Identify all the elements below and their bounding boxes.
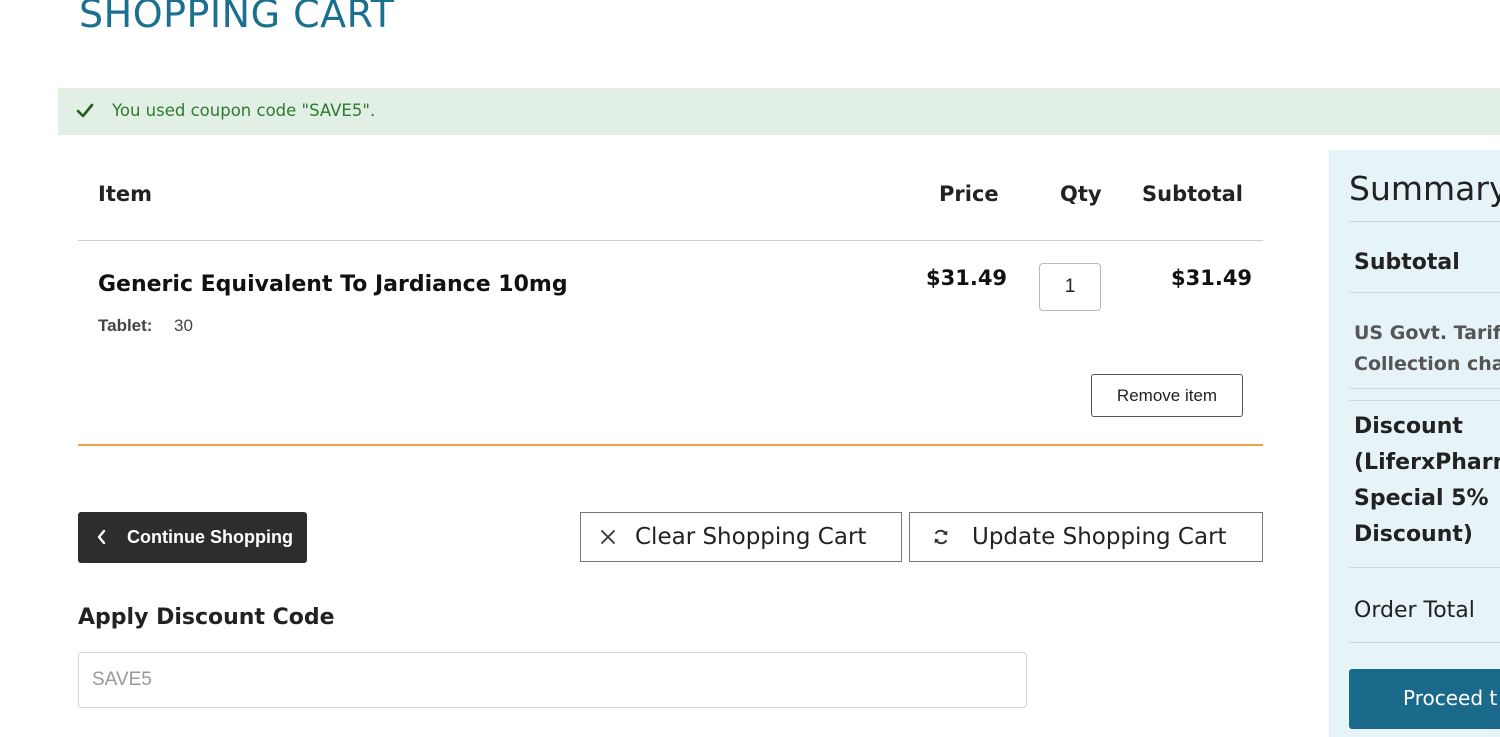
column-header-item: Item [98, 182, 152, 206]
continue-shopping-label: Continue Shopping [127, 527, 293, 547]
close-icon [601, 530, 615, 544]
order-summary-panel: Summary Subtotal US Govt. Tariff Collect… [1329, 150, 1500, 737]
summary-tariff-label-line2: Collection cha [1354, 353, 1500, 375]
item-subtotal: $31.49 [1171, 266, 1253, 290]
product-option-label: Tablet: [98, 316, 153, 335]
update-shopping-cart-label: Update Shopping Cart [972, 524, 1227, 550]
continue-shopping-button[interactable]: Continue Shopping [78, 512, 307, 563]
chevron-left-icon [97, 529, 106, 545]
summary-discount-label-line3: Special 5% [1354, 486, 1489, 511]
column-header-qty: Qty [1060, 182, 1102, 206]
column-header-subtotal: Subtotal [1142, 182, 1243, 206]
summary-order-total-label: Order Total [1354, 598, 1475, 623]
summary-discount-label-line1: Discount [1354, 414, 1463, 439]
cart-bottom-divider [78, 444, 1263, 446]
summary-divider [1349, 567, 1500, 568]
summary-discount-label-line4: Discount) [1354, 522, 1473, 547]
discount-code-input[interactable] [78, 652, 1027, 708]
summary-divider [1349, 388, 1500, 389]
summary-title: Summary [1349, 169, 1500, 208]
checkmark-icon [76, 103, 94, 118]
item-price: $31.49 [926, 266, 1008, 290]
qty-input[interactable] [1039, 263, 1101, 311]
summary-discount-label-line2: (LiferxPharm [1354, 450, 1500, 475]
column-header-price: Price [939, 182, 999, 206]
summary-tariff-label-line1: US Govt. Tariff [1354, 322, 1500, 344]
clear-shopping-cart-button[interactable]: Clear Shopping Cart [580, 512, 902, 562]
summary-subtotal-label: Subtotal [1354, 250, 1460, 275]
discount-section-title: Apply Discount Code [78, 605, 335, 630]
summary-divider [1349, 400, 1500, 401]
header-divider [78, 240, 1263, 241]
summary-divider [1349, 292, 1500, 293]
product-option-value: 30 [174, 316, 193, 335]
summary-divider [1349, 221, 1500, 222]
proceed-to-checkout-button[interactable]: Proceed t [1349, 669, 1500, 729]
update-shopping-cart-button[interactable]: Update Shopping Cart [909, 512, 1263, 562]
coupon-success-message: You used coupon code "SAVE5". [58, 88, 1500, 135]
summary-divider [1349, 642, 1500, 643]
refresh-icon [934, 529, 948, 545]
page-title: SHOPPING CART [79, 0, 395, 36]
clear-shopping-cart-label: Clear Shopping Cart [635, 524, 867, 550]
product-name-link[interactable]: Generic Equivalent To Jardiance 10mg [98, 270, 568, 300]
remove-item-button[interactable]: Remove item [1091, 374, 1243, 417]
coupon-message-text: You used coupon code "SAVE5". [112, 101, 376, 120]
